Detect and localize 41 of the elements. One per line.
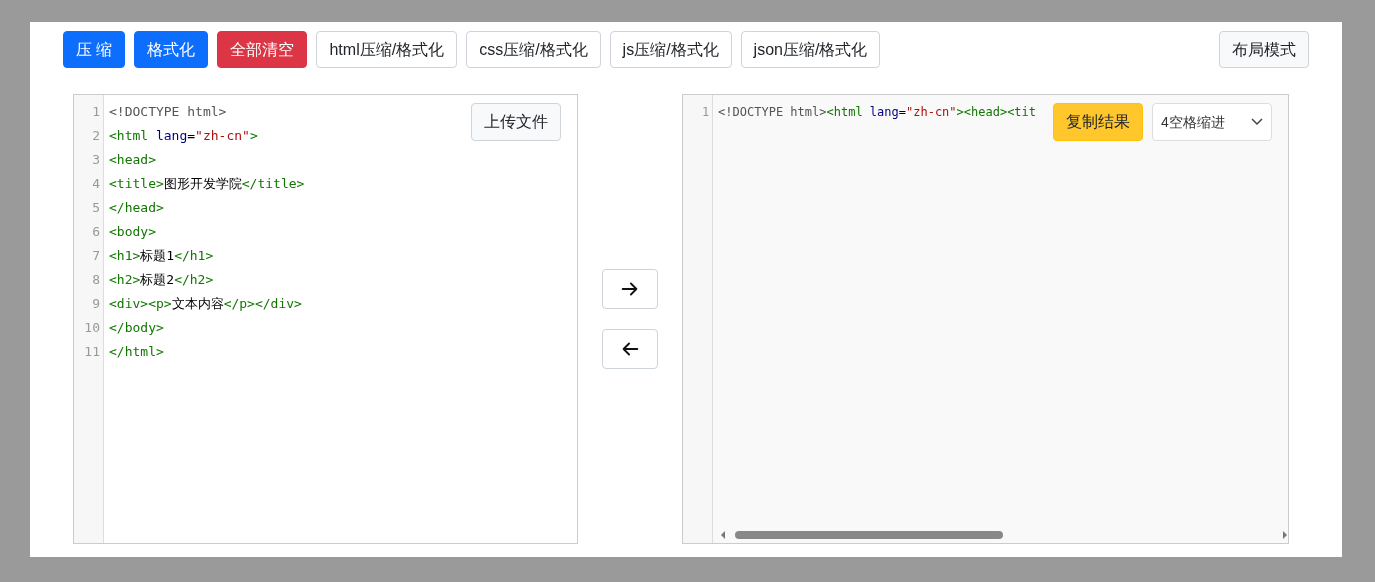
code-line: </body> bbox=[109, 319, 164, 338]
code-line: <div><p>文本内容</p></div> bbox=[109, 295, 302, 314]
indent-select[interactable]: 4空格缩进 bbox=[1152, 103, 1272, 141]
line-number: 6 bbox=[91, 223, 101, 242]
toolbar-button[interactable]: json压缩/格式化 bbox=[740, 31, 881, 68]
toolbar-button[interactable]: 全部清空 bbox=[217, 31, 308, 68]
transfer-button[interactable] bbox=[602, 269, 659, 309]
horizontal-scrollbar[interactable] bbox=[719, 529, 1290, 541]
line-number: 8 bbox=[91, 271, 101, 290]
line-number: 9 bbox=[91, 295, 101, 314]
code-line: <body> bbox=[109, 223, 156, 242]
code-line: <head> bbox=[109, 151, 156, 170]
line-number: 1 bbox=[91, 103, 101, 122]
line-number: 3 bbox=[91, 151, 101, 170]
line-number: 1 bbox=[700, 104, 711, 121]
toolbar-button[interactable]: 格式化 bbox=[134, 31, 209, 68]
toolbar-button[interactable]: 压 缩 bbox=[63, 31, 126, 68]
code-line: <h1>标题1</h1> bbox=[109, 247, 214, 266]
line-number: 7 bbox=[91, 247, 101, 266]
input-code-editor[interactable]: 1 <!DOCTYPE html> 2 <html lang="zh-cn"> 3 <head> 4 <title>图形开发学院</title> 5 </head> 6 <body> 7 <h1>标题1</h1> 8 <h2>标题2</h2> 9 <div><p>文本内容</p></div> 10 </body> 11 </html> 上传文件 bbox=[73, 94, 579, 544]
line-number: 10 bbox=[83, 319, 101, 338]
toolbar-button[interactable]: html压缩/格式化 bbox=[316, 31, 458, 68]
code-line: <title>图形开发学院</title> bbox=[109, 175, 305, 194]
code-line: <html lang="zh-cn"> bbox=[109, 127, 258, 146]
code-line: <!DOCTYPE html> bbox=[109, 103, 227, 122]
line-number: 4 bbox=[91, 175, 101, 194]
line-number: 2 bbox=[91, 127, 101, 146]
code-line: </html> bbox=[109, 343, 164, 362]
output-code-editor[interactable]: 1 <!DOCTYPE html><html lang="zh-cn"><head><tit 复制结果 4空格缩进 bbox=[682, 94, 1289, 544]
copy-result-button[interactable]: 复制结果 bbox=[1053, 103, 1143, 141]
layout-mode-button[interactable]: 布局模式 bbox=[1219, 31, 1309, 68]
toolbar-button[interactable]: js压缩/格式化 bbox=[609, 31, 732, 68]
line-number: 5 bbox=[91, 199, 101, 218]
upload-file-button[interactable]: 上传文件 bbox=[471, 103, 562, 141]
line-number: 11 bbox=[83, 343, 101, 362]
code-line: </head> bbox=[109, 199, 164, 218]
code-line: <!DOCTYPE html><html lang="zh-cn"><head><tit bbox=[718, 104, 1037, 121]
chevron-down-icon bbox=[1251, 118, 1263, 126]
transfer-button[interactable] bbox=[602, 329, 659, 369]
toolbar-button[interactable]: css压缩/格式化 bbox=[466, 31, 601, 68]
code-line: <h2>标题2</h2> bbox=[109, 271, 214, 290]
